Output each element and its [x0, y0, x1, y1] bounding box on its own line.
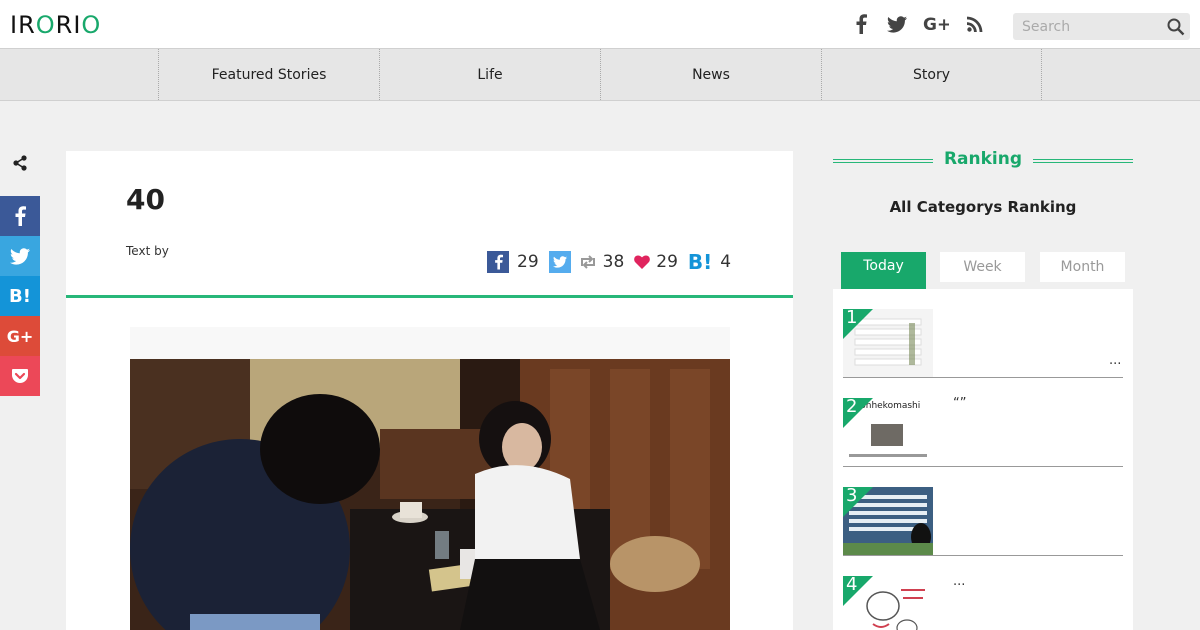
ranking-tabs: Today Week Month [833, 252, 1133, 289]
rss-icon[interactable] [964, 12, 986, 36]
ranking-item[interactable]: 1 ... [843, 289, 1123, 378]
author-line: Text by [126, 244, 169, 258]
retweet-count[interactable]: 38 [548, 251, 625, 273]
share-icon[interactable] [12, 155, 28, 171]
main-nav: Featured Stories Life News Story [0, 48, 1200, 101]
article-card: 40 Text by 29 38 29 B! 4 [66, 151, 793, 630]
share-twitter-button[interactable] [0, 236, 40, 276]
search-box [1013, 13, 1190, 40]
retweet-count-value: 38 [602, 252, 625, 272]
facebook-icon [487, 251, 509, 273]
nav-featured-stories[interactable]: Featured Stories [158, 49, 379, 100]
nav-story[interactable]: Story [821, 49, 1042, 100]
like-count[interactable]: 29 [634, 252, 678, 272]
share-google-plus-button[interactable]: G+ [0, 316, 40, 356]
site-logo[interactable]: IRORIO [10, 11, 101, 39]
top-header: IRORIO G+ [0, 0, 1200, 48]
search-input[interactable] [1013, 13, 1153, 40]
twitter-icon [548, 251, 571, 273]
facebook-icon[interactable] [850, 12, 872, 36]
share-counts: 29 38 29 B! 4 [487, 250, 741, 274]
ranking-list: 1 ... utonhekomashi 2 “” 3 4 ... [833, 289, 1133, 630]
ranking-item[interactable]: 3 [843, 467, 1123, 556]
search-icon[interactable] [1166, 17, 1186, 37]
rank-number: 2 [846, 396, 858, 417]
ranking-rule-right [1033, 159, 1133, 163]
facebook-icon [15, 206, 26, 226]
twitter-icon[interactable] [886, 12, 908, 36]
ranking-header: Ranking [833, 148, 1133, 174]
ranking-item[interactable]: utonhekomashi 2 “” [843, 378, 1123, 467]
nav-life[interactable]: Life [379, 49, 600, 100]
social-links: G+ [850, 12, 986, 36]
hatena-count-value: 4 [720, 252, 732, 272]
share-hatena-button[interactable]: B! [0, 276, 40, 316]
title-divider [66, 295, 793, 298]
article-title: 40 [126, 183, 165, 216]
ranking-item[interactable]: 4 ... [843, 556, 1123, 630]
share-facebook-button[interactable] [0, 196, 40, 236]
rank-number: 4 [846, 574, 858, 595]
ranking-item-title: ... [953, 574, 966, 589]
like-count-value: 29 [656, 252, 678, 272]
hatena-count[interactable]: B! 4 [688, 250, 731, 274]
pocket-icon [12, 369, 28, 383]
retweet-icon [580, 255, 595, 269]
rank-number: 1 [846, 307, 858, 328]
facebook-count-value: 29 [517, 252, 539, 272]
nav-news[interactable]: News [600, 49, 821, 100]
twitter-icon [10, 247, 30, 265]
share-sidebar: B! G+ [0, 196, 40, 396]
article-photo[interactable] [130, 359, 730, 630]
ranking-item-title: ... [1109, 353, 1122, 368]
svg-text:G+: G+ [923, 15, 949, 33]
ranking-subtitle: All Categorys Ranking [889, 198, 1077, 216]
article-image-frame [130, 327, 730, 630]
tab-week[interactable]: Week [940, 252, 1025, 282]
rank-number: 3 [846, 485, 858, 506]
ranking-item-title: “” [953, 396, 967, 411]
tab-today[interactable]: Today [841, 252, 926, 289]
tab-month[interactable]: Month [1040, 252, 1125, 282]
hatena-icon: B! [687, 250, 713, 274]
facebook-count[interactable]: 29 [487, 251, 539, 273]
heart-icon [634, 255, 651, 269]
share-pocket-button[interactable] [0, 356, 40, 396]
google-plus-icon[interactable]: G+ [922, 12, 950, 36]
